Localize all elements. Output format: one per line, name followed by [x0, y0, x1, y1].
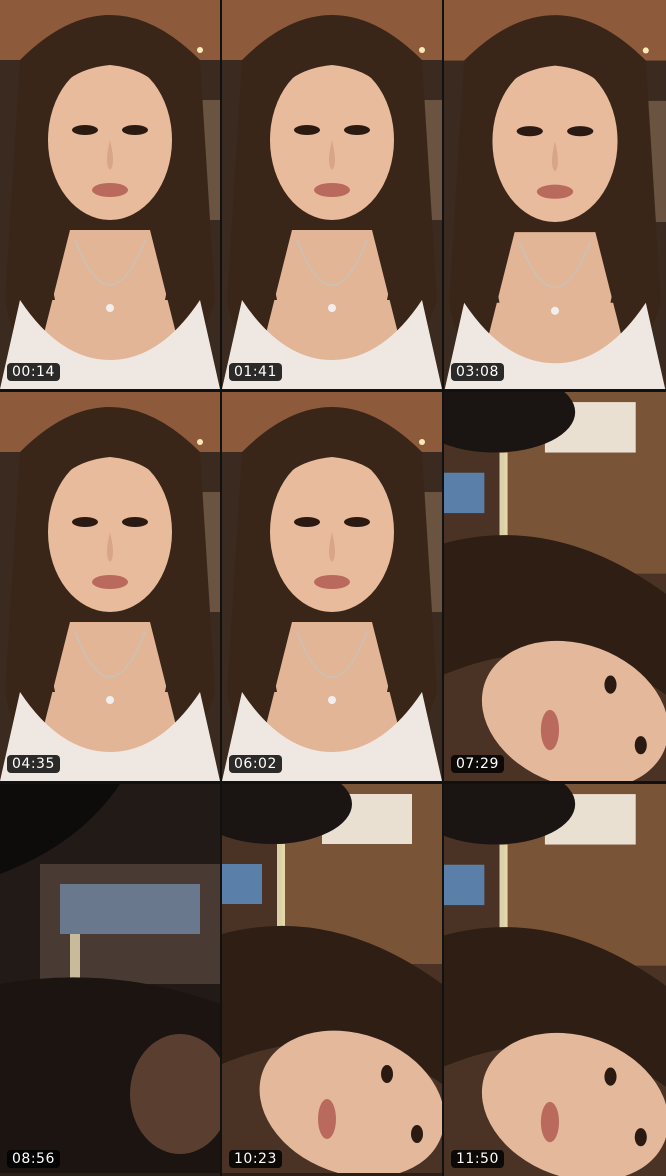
video-thumbnail[interactable]: 11:50 [444, 784, 666, 1176]
timestamp-badge: 08:56 [7, 1150, 60, 1168]
timestamp-badge: 00:14 [7, 363, 60, 381]
thumbnail-grid: 00:14 01:41 03:08 04:35 06:02 07:29 08:5… [0, 0, 666, 1176]
timestamp-badge: 07:29 [451, 755, 504, 773]
video-thumbnail[interactable]: 04:35 [0, 392, 220, 781]
rotated-portrait-icon [444, 784, 666, 1176]
portrait-face-icon [0, 0, 220, 389]
video-thumbnail[interactable]: 01:41 [222, 0, 442, 389]
portrait-face-icon [222, 392, 442, 781]
video-thumbnail[interactable]: 00:14 [0, 0, 220, 389]
video-thumbnail[interactable]: 06:02 [222, 392, 442, 781]
video-thumbnail[interactable]: 10:23 [222, 784, 442, 1176]
motion-blur-icon [0, 784, 220, 1173]
video-thumbnail[interactable]: 03:08 [444, 0, 666, 389]
portrait-face-icon [0, 392, 220, 781]
video-thumbnail[interactable]: 08:56 [0, 784, 220, 1176]
rotated-portrait-icon [444, 392, 666, 781]
timestamp-badge: 04:35 [7, 755, 60, 773]
timestamp-badge: 10:23 [229, 1150, 282, 1168]
timestamp-badge: 11:50 [451, 1150, 504, 1168]
timestamp-badge: 03:08 [451, 363, 504, 381]
timestamp-badge: 01:41 [229, 363, 282, 381]
portrait-face-icon [444, 0, 666, 389]
rotated-portrait-icon [222, 784, 442, 1173]
portrait-face-icon [222, 0, 442, 389]
timestamp-badge: 06:02 [229, 755, 282, 773]
video-thumbnail[interactable]: 07:29 [444, 392, 666, 781]
